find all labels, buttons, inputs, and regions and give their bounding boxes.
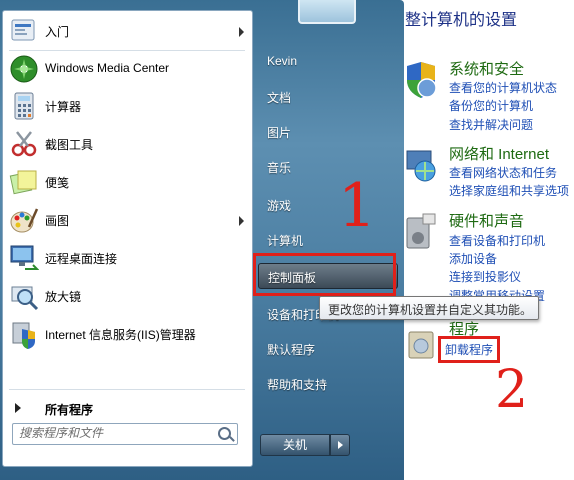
cp-link[interactable]: 查看您的计算机状态 bbox=[449, 79, 557, 96]
all-programs-item[interactable]: 所有程序 bbox=[3, 397, 252, 419]
program-item-remote-desktop[interactable]: 远程桌面连接 bbox=[3, 240, 252, 276]
cp-link[interactable]: 查找并解决问题 bbox=[449, 116, 533, 133]
program-item-calculator[interactable]: 计算器 bbox=[3, 88, 252, 124]
shutdown-button[interactable]: 关机 bbox=[260, 434, 330, 456]
menu-item-default-programs[interactable]: 默认程序 bbox=[258, 336, 396, 360]
program-label: 入门 bbox=[45, 25, 70, 39]
program-label: 远程桌面连接 bbox=[45, 252, 118, 266]
annotation-highlight-box bbox=[253, 253, 396, 296]
cp-link[interactable]: 查看网络状态和任务 bbox=[449, 164, 557, 181]
annotation-number-1: 1 bbox=[338, 171, 377, 241]
menu-item-user[interactable]: Kevin bbox=[258, 49, 396, 73]
program-item-iis-manager[interactable]: Internet 信息服务(IIS)管理器 bbox=[3, 316, 252, 352]
expand-arrow-icon bbox=[15, 403, 21, 413]
cp-heading[interactable]: 网络和 Internet bbox=[449, 143, 549, 164]
program-label: Internet 信息服务(IIS)管理器 bbox=[45, 328, 196, 342]
program-item-magnifier[interactable]: 放大镜 bbox=[3, 278, 252, 314]
getting-started-icon bbox=[11, 19, 35, 41]
menu-item-label: 默认程序 bbox=[267, 343, 316, 357]
control-panel-tooltip: 更改您的计算机设置并自定义其功能。 bbox=[319, 296, 539, 320]
shield-icon bbox=[407, 62, 437, 98]
search-input[interactable] bbox=[19, 425, 199, 441]
cp-link[interactable]: 添加设备 bbox=[449, 250, 497, 267]
start-menu-programs-pane: 入门 Windows Media Center 计算器 截图工具 便笺 画图 远… bbox=[2, 10, 253, 467]
program-item-snipping-tool[interactable]: 截图工具 bbox=[3, 126, 252, 162]
shutdown-options-arrow-icon[interactable] bbox=[330, 434, 350, 456]
program-item-paint[interactable]: 画图 bbox=[3, 202, 252, 238]
snipping-tool-icon bbox=[11, 131, 37, 157]
tooltip-text: 更改您的计算机设置并自定义其功能。 bbox=[328, 303, 533, 317]
program-item-getting-started[interactable]: 入门 bbox=[3, 13, 252, 49]
programs-box-icon bbox=[408, 331, 434, 359]
menu-item-help-support[interactable]: 帮助和支持 bbox=[258, 371, 396, 395]
control-panel-title: 整计算机的设置 bbox=[405, 12, 518, 29]
program-label: 截图工具 bbox=[45, 138, 94, 152]
network-globe-icon bbox=[406, 150, 436, 182]
menu-item-label: 计算机 bbox=[267, 234, 304, 248]
menu-item-documents[interactable]: 文档 bbox=[258, 84, 396, 108]
program-item-sticky-notes[interactable]: 便笺 bbox=[3, 164, 252, 200]
remote-desktop-icon bbox=[10, 245, 39, 270]
menu-item-label: 音乐 bbox=[267, 161, 292, 175]
printer-speaker-icon bbox=[406, 213, 436, 249]
cp-link[interactable]: 备份您的计算机 bbox=[449, 97, 533, 114]
sticky-notes-icon bbox=[9, 170, 37, 195]
menu-item-label: 文档 bbox=[267, 91, 292, 105]
calculator-icon bbox=[14, 92, 34, 120]
submenu-arrow-icon bbox=[239, 27, 244, 37]
divider bbox=[9, 389, 245, 390]
menu-item-label: 游戏 bbox=[267, 199, 292, 213]
program-label: 放大镜 bbox=[45, 290, 82, 304]
media-center-icon bbox=[10, 55, 38, 83]
paint-icon bbox=[10, 208, 39, 233]
uninstall-program-link[interactable]: 卸载程序 bbox=[438, 336, 501, 363]
program-item-media-center[interactable]: Windows Media Center bbox=[3, 51, 252, 87]
magnifier-icon bbox=[11, 286, 39, 311]
all-programs-label: 所有程序 bbox=[45, 403, 94, 417]
cp-link[interactable]: 连接到投影仪 bbox=[449, 268, 521, 285]
cp-heading[interactable]: 硬件和声音 bbox=[449, 210, 524, 231]
annotation-number-2: 2 bbox=[495, 360, 529, 420]
search-icon[interactable] bbox=[218, 427, 231, 440]
menu-item-label: 帮助和支持 bbox=[267, 378, 328, 392]
cp-link[interactable]: 选择家庭组和共享选项 bbox=[449, 182, 569, 199]
program-label: Windows Media Center bbox=[45, 61, 170, 75]
user-picture[interactable] bbox=[298, 0, 356, 24]
program-label: 画图 bbox=[45, 214, 70, 228]
program-label: 便笺 bbox=[45, 176, 70, 190]
program-label: 计算器 bbox=[45, 100, 82, 114]
cp-heading[interactable]: 系统和安全 bbox=[449, 58, 524, 79]
submenu-arrow-icon bbox=[239, 216, 244, 226]
menu-item-pictures[interactable]: 图片 bbox=[258, 119, 396, 143]
search-box[interactable] bbox=[12, 423, 238, 445]
control-panel-window: 整计算机的设置 系统和安全 查看您的计算机状态 备份您的计算机 查找并解决问题 … bbox=[395, 0, 574, 480]
iis-manager-icon bbox=[12, 322, 35, 349]
menu-item-label: Kevin bbox=[267, 54, 298, 68]
cp-link[interactable]: 查看设备和打印机 bbox=[449, 232, 545, 249]
shutdown-control: 关机 bbox=[260, 434, 350, 456]
menu-item-label: 图片 bbox=[267, 126, 292, 140]
